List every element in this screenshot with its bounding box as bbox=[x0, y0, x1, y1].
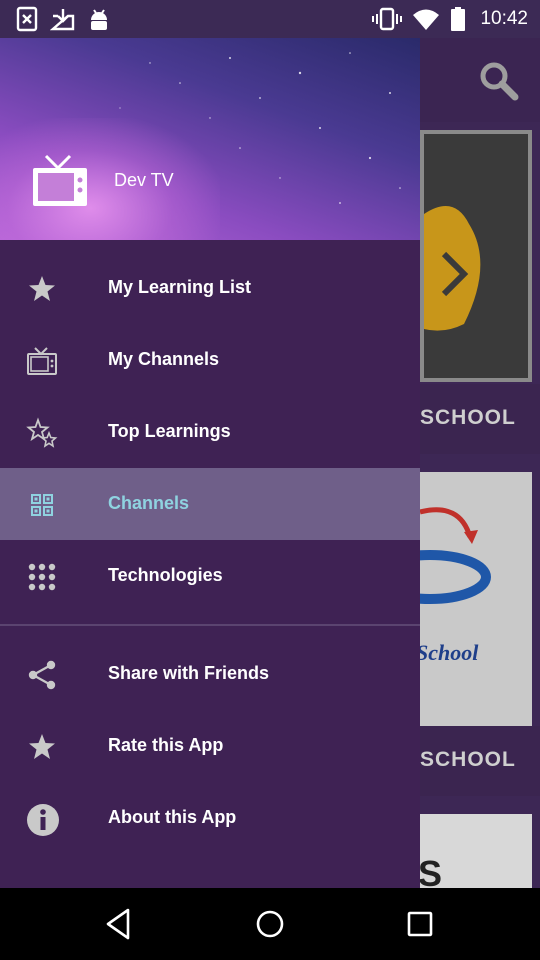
apps-grid-icon bbox=[26, 561, 58, 593]
menu-item-label: Share with Friends bbox=[108, 663, 270, 683]
info-icon bbox=[26, 803, 59, 836]
menu-item-label: My Channels bbox=[108, 349, 220, 369]
navigation-drawer: Dev TV My Learning List My Channels Top … bbox=[0, 38, 420, 888]
card-text: School bbox=[420, 640, 479, 665]
menu-item-label: Technologies bbox=[108, 565, 223, 585]
drawer-header: Dev TV bbox=[0, 38, 420, 240]
channel-card[interactable] bbox=[420, 130, 532, 382]
menu-item-my-learning-list[interactable]: My Learning List bbox=[0, 252, 420, 324]
channel-label: SCHOOL bbox=[420, 726, 540, 796]
app-name: Dev TV bbox=[114, 170, 174, 190]
star-icon bbox=[26, 731, 58, 763]
menu-item-top-learnings[interactable]: Top Learnings bbox=[0, 396, 420, 468]
grid-icon bbox=[26, 489, 58, 521]
download-inbox-icon bbox=[50, 6, 76, 32]
search-icon[interactable] bbox=[478, 60, 520, 102]
stars-icon bbox=[26, 417, 58, 449]
channel-card[interactable]: School bbox=[369, 472, 532, 726]
menu-item-rate-app[interactable]: Rate this App bbox=[0, 710, 420, 782]
channel-label: SCHOOL bbox=[420, 384, 540, 454]
wifi-icon bbox=[412, 6, 440, 32]
battery-icon bbox=[450, 6, 466, 32]
clock: 10:42 bbox=[480, 8, 528, 29]
star-icon bbox=[26, 273, 58, 305]
menu-item-label: My Learning List bbox=[108, 277, 252, 297]
drawer-menu: My Learning List My Channels Top Learnin… bbox=[0, 252, 420, 854]
menu-item-label: Channels bbox=[108, 493, 190, 513]
menu-item-label: Rate this App bbox=[108, 735, 224, 755]
tv-icon bbox=[26, 345, 58, 377]
system-nav-bar bbox=[0, 888, 540, 960]
tv-icon bbox=[30, 150, 90, 210]
channel-card[interactable]: S bbox=[418, 814, 532, 894]
menu-item-label: About this App bbox=[108, 807, 237, 827]
menu-divider bbox=[0, 624, 420, 626]
recents-icon[interactable] bbox=[398, 902, 442, 946]
menu-item-my-channels[interactable]: My Channels bbox=[0, 324, 420, 396]
menu-item-label: Top Learnings bbox=[108, 421, 231, 441]
vibrate-icon bbox=[372, 6, 403, 32]
menu-item-about-app[interactable]: About this App bbox=[0, 782, 420, 854]
menu-item-technologies[interactable]: Technologies bbox=[0, 540, 420, 612]
menu-item-channels[interactable]: Channels bbox=[0, 468, 420, 540]
share-icon bbox=[26, 659, 58, 691]
home-icon[interactable] bbox=[248, 902, 292, 946]
status-bar: 10:42 bbox=[0, 0, 540, 38]
x-file-icon bbox=[16, 6, 38, 32]
back-icon[interactable] bbox=[98, 902, 142, 946]
android-icon bbox=[88, 6, 110, 32]
menu-item-share[interactable]: Share with Friends bbox=[0, 638, 420, 710]
